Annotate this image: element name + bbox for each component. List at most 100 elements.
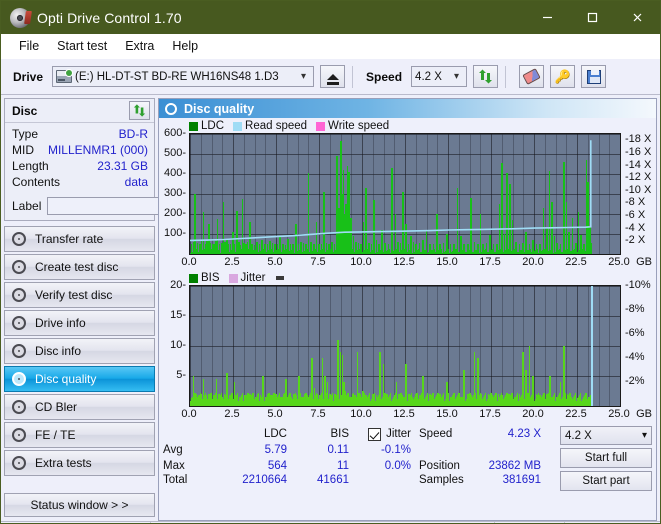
disc-icon bbox=[12, 399, 27, 415]
y2-tick-label: -6% bbox=[625, 327, 645, 339]
test-speed-select[interactable]: 4.2 X ▾ bbox=[560, 426, 652, 445]
disc-row-type: Type BD-R bbox=[12, 126, 148, 142]
bis-plot-area[interactable] bbox=[189, 285, 621, 407]
eject-icon bbox=[326, 73, 339, 85]
drive-label: Drive bbox=[13, 69, 44, 84]
disc-row-type-key: Type bbox=[12, 127, 39, 141]
page-title: Disc quality bbox=[184, 101, 255, 116]
chevron-down-icon: ▾ bbox=[641, 430, 647, 441]
bis-y-axis-left: 5- 10- 15- 20- bbox=[161, 279, 189, 407]
disc-icon bbox=[12, 371, 27, 387]
stats-max-jitter: 0.0% bbox=[384, 460, 411, 472]
legend-marker-dash bbox=[276, 276, 285, 280]
disc-info-rows: Type BD-R MID MILLENMR1 (000) Length 23.… bbox=[5, 123, 154, 194]
refresh-button[interactable] bbox=[473, 65, 499, 88]
toolbar-divider-1 bbox=[352, 65, 354, 88]
x-tick-label: 22.5 bbox=[565, 408, 587, 420]
drive-icon bbox=[56, 70, 73, 83]
y2-tick-label: -8% bbox=[625, 303, 645, 315]
speed-stat-label: Speed bbox=[419, 428, 453, 440]
save-icon bbox=[586, 69, 601, 84]
stats-area: LDC BIS Jitter Speed 4.23 X Avg 5.79 0.1… bbox=[159, 423, 656, 491]
start-part-button[interactable]: Start part bbox=[560, 471, 652, 491]
start-full-button[interactable]: Start full bbox=[560, 448, 652, 468]
bis-chart: 5- 10- 15- 20- -2% -4% -6% -8% -10% bbox=[161, 279, 654, 407]
chevron-down-icon: ▾ bbox=[454, 71, 460, 82]
menu-start-test[interactable]: Start test bbox=[48, 36, 116, 56]
sidebar-item-verify-test-disc[interactable]: Verify test disc bbox=[4, 282, 155, 308]
app-disc-icon bbox=[10, 7, 30, 28]
jitter-label: Jitter bbox=[386, 428, 411, 440]
disc-icon bbox=[12, 315, 27, 331]
y2-tick-label: -2% bbox=[625, 375, 645, 387]
close-icon[interactable] bbox=[615, 1, 660, 34]
status-window-button[interactable]: Status window > > bbox=[4, 493, 155, 517]
x-tick-label: 20.0 bbox=[522, 256, 544, 268]
speed-select[interactable]: 4.2 X ▾ bbox=[411, 66, 468, 87]
sidebar-item-transfer-rate[interactable]: Transfer rate bbox=[4, 226, 155, 252]
key-icon: 🔑 bbox=[554, 69, 571, 84]
stats-actions: 4.2 X ▾ Start full Start part bbox=[560, 426, 652, 491]
menu-file[interactable]: File bbox=[10, 36, 48, 56]
sidebar-item-extra-tests[interactable]: Extra tests bbox=[4, 450, 155, 476]
sidebar: Disc Type BD-R MID MILLENMR1 (000) Lengt… bbox=[1, 95, 251, 521]
stats-max-bis: 11 bbox=[337, 460, 349, 472]
eject-button[interactable] bbox=[320, 65, 346, 88]
x-tick-label: 2.5 bbox=[224, 408, 240, 420]
sidebar-item-label: Create test disc bbox=[35, 260, 119, 274]
legend-item-bis: BIS bbox=[189, 272, 220, 284]
menu-help[interactable]: Help bbox=[163, 36, 207, 56]
position-value: 23862 MB bbox=[488, 460, 541, 472]
jitter-toggle[interactable]: Jitter bbox=[349, 427, 411, 441]
toolbar-divider-2 bbox=[505, 65, 507, 88]
jitter-checkbox[interactable] bbox=[368, 427, 382, 441]
maximize-icon[interactable] bbox=[570, 1, 615, 34]
ldc-x-axis: 0.0 2.5 5.0 7.5 10.0 12.5 15.0 17.5 20.0 22.5 25.0… bbox=[181, 255, 652, 271]
y2-tick-label: -8 X bbox=[625, 196, 646, 209]
refresh-icon bbox=[478, 69, 493, 84]
y2-tick-label: -16 X bbox=[625, 145, 652, 158]
sidebar-item-fe-te[interactable]: FE / TE bbox=[4, 422, 155, 448]
window-controls bbox=[525, 1, 660, 34]
sidebar-item-drive-info[interactable]: Drive info bbox=[4, 310, 155, 336]
body: Disc Type BD-R MID MILLENMR1 (000) Lengt… bbox=[1, 95, 660, 521]
save-button[interactable] bbox=[581, 65, 607, 88]
x-axis-unit: GB bbox=[636, 256, 652, 268]
x-tick-label: 0.0 bbox=[181, 408, 197, 420]
disc-refresh-button[interactable] bbox=[129, 101, 150, 120]
panel-header: Disc quality bbox=[159, 99, 656, 118]
sidebar-item-disc-info[interactable]: Disc info bbox=[4, 338, 155, 364]
sidebar-item-label: FE / TE bbox=[35, 428, 76, 442]
bis-legend: BIS Jitter bbox=[161, 271, 654, 285]
ldc-y-axis-left: 100- 200- 300- 400- 500- 600- bbox=[161, 127, 189, 255]
bis-x-axis: 0.0 2.5 5.0 7.5 10.0 12.5 15.0 17.5 20.0 22.5 25.0… bbox=[181, 407, 652, 423]
minimize-icon[interactable] bbox=[525, 1, 570, 34]
sidebar-item-disc-quality[interactable]: Disc quality bbox=[4, 366, 155, 392]
disc-label-caption: Label bbox=[12, 199, 42, 213]
x-tick-label: 10.0 bbox=[350, 408, 372, 420]
erase-button[interactable] bbox=[519, 65, 545, 88]
y2-tick-label: -12 X bbox=[625, 171, 652, 184]
samples-value: 381691 bbox=[502, 474, 541, 486]
x-tick-label: 17.5 bbox=[479, 408, 501, 420]
ldc-plot-area[interactable] bbox=[189, 133, 621, 255]
x-tick-label: 7.5 bbox=[310, 408, 326, 420]
sidebar-item-cd-bler[interactable]: CD Bler bbox=[4, 394, 155, 420]
disc-icon bbox=[12, 231, 27, 247]
app-window: Opti Drive Control 1.70 File Start test … bbox=[0, 0, 661, 524]
sidebar-item-label: Verify test disc bbox=[35, 288, 113, 302]
disc-quality-icon bbox=[165, 102, 177, 115]
x-axis-unit: GB bbox=[636, 408, 652, 420]
x-tick-label: 2.5 bbox=[224, 256, 240, 268]
stats-header-bis: BIS bbox=[330, 428, 349, 440]
drive-select[interactable]: (E:) HL-DT-ST BD-RE WH16NS48 1.D3 ▾ bbox=[52, 66, 315, 87]
window-title: Opti Drive Control 1.70 bbox=[37, 9, 182, 26]
key-button[interactable]: 🔑 bbox=[550, 65, 576, 88]
disc-icon bbox=[12, 259, 27, 275]
x-tick-label: 12.5 bbox=[393, 408, 415, 420]
sidebar-nav: Transfer rate Create test disc Verify te… bbox=[4, 226, 155, 476]
sidebar-item-create-test-disc[interactable]: Create test disc bbox=[4, 254, 155, 280]
menu-extra[interactable]: Extra bbox=[116, 36, 163, 56]
disc-row-type-value: BD-R bbox=[118, 127, 148, 141]
